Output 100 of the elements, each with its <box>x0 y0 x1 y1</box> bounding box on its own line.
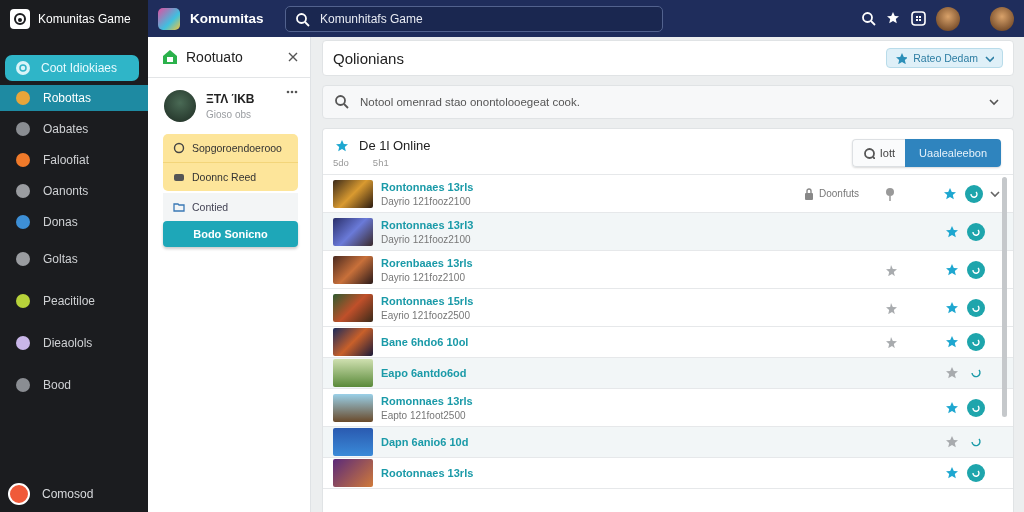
join-button[interactable] <box>967 398 985 417</box>
search-icon[interactable] <box>861 11 876 26</box>
game-title: Bane 6hdo6 10ol <box>381 336 470 348</box>
sidebar-item[interactable]: Dieaolols <box>0 330 148 356</box>
notice-label: Sopgoroendoerooo <box>192 142 282 154</box>
sidebar-item[interactable]: Oanonts <box>0 178 148 204</box>
game-title: Romonnaes 13rls <box>381 394 474 407</box>
rating-star-icon[interactable] <box>885 301 897 314</box>
profile-status: Gioso obs <box>206 109 253 121</box>
brand-name: Komunitas Game <box>38 11 131 26</box>
panel-link[interactable]: Contied <box>163 193 298 221</box>
join-button[interactable] <box>967 222 985 241</box>
list-row[interactable]: Rontonnaes 13rl3 Dayrio 121fooz2100 <box>323 213 1013 251</box>
sidebar-item-label: Dieaolols <box>43 336 93 350</box>
search-icon <box>862 147 875 159</box>
star-icon[interactable] <box>945 435 959 449</box>
game-subtitle: Eapto 121foot2500 <box>381 409 467 421</box>
grid-icon[interactable] <box>911 11 926 26</box>
scrollbar[interactable] <box>1002 177 1007 417</box>
search-icon <box>295 11 310 27</box>
primary-button[interactable]: Uaalealeebon <box>905 139 1001 167</box>
refresh-icon <box>971 337 981 347</box>
game-title: Rontonnaes 13rls <box>381 180 475 193</box>
game-subtitle: Dayrio 121foz2100 <box>381 271 466 283</box>
lock-label: Doonfuts <box>818 188 859 199</box>
star-icon[interactable] <box>945 224 959 239</box>
rating-star-icon[interactable] <box>885 336 897 348</box>
list-row[interactable]: Eapo 6antdo6od <box>323 358 1013 389</box>
sidebar-item-label: Oabates <box>43 122 89 136</box>
star-icon[interactable] <box>886 11 901 26</box>
sidebar-item-label: Goltas <box>43 252 78 266</box>
sidebar-item[interactable]: Donas <box>0 209 148 235</box>
sidebar-item-label: Peacitiloe <box>43 294 96 308</box>
notice-item[interactable]: Sopgoroendoerooo <box>163 134 298 163</box>
app-title: Komumitas <box>190 11 265 26</box>
close-icon[interactable] <box>288 52 298 62</box>
panel-title: Rootuato <box>186 49 243 65</box>
sidebar-item[interactable]: Oabates <box>0 116 148 142</box>
panel-button[interactable]: Bodo Sonicno <box>163 221 298 247</box>
search-bar[interactable]: Notool omenrad stao onontolooegeat cook. <box>322 85 1014 119</box>
search-icon <box>334 94 349 109</box>
game-subtitle: Dayrio 121fooz2100 <box>381 233 472 245</box>
more-icon[interactable] <box>286 90 298 94</box>
star-icon[interactable] <box>943 186 957 201</box>
game-thumbnail <box>333 428 373 456</box>
sidebar-item[interactable]: Goltas <box>0 246 148 272</box>
caret-icon <box>984 53 994 63</box>
list-row[interactable]: Rootonnaes 13rls <box>323 458 1013 489</box>
refresh-icon <box>971 468 981 478</box>
list-row[interactable]: Dapn 6anio6 10d <box>323 427 1013 458</box>
inbox-icon <box>173 171 185 183</box>
search-field[interactable]: Komunhitafs Game <box>285 5 663 32</box>
filter-dropdown[interactable]: Rateo Dedam <box>886 48 1003 68</box>
star-icon[interactable] <box>945 262 959 277</box>
sidebar-item-label: Bood <box>43 378 72 392</box>
caret-icon[interactable] <box>988 96 1000 108</box>
join-button[interactable] <box>967 298 985 317</box>
circle-icon <box>173 142 185 154</box>
user-avatar[interactable] <box>8 483 30 505</box>
star-icon[interactable] <box>945 400 959 415</box>
sidebar-item-label: Oanonts <box>43 184 89 198</box>
game-title: Dapn 6anio6 10d <box>381 436 470 448</box>
notice-label: Doonnc Reed <box>192 171 257 183</box>
star-icon <box>335 138 349 153</box>
game-title: Rootonnaes 13rls <box>381 467 475 479</box>
star-icon[interactable] <box>945 466 959 480</box>
list-row[interactable]: Bane 6hdo6 10ol <box>323 327 1013 358</box>
join-button[interactable] <box>965 184 983 203</box>
star-icon <box>895 52 908 64</box>
list-meta: 5do <box>333 157 349 168</box>
rating-star-icon[interactable] <box>885 263 897 276</box>
sidebar-item-label: Faloofiat <box>43 153 90 167</box>
sidebar-item[interactable]: Bood <box>0 372 148 398</box>
sidebar-item[interactable]: Faloofiat <box>0 147 148 173</box>
join-button[interactable] <box>967 333 985 351</box>
game-thumbnail <box>333 293 373 322</box>
list-title: De 1l Online <box>359 138 432 153</box>
game-title: Eapo 6antdo6od <box>381 367 468 379</box>
game-title: Rontonnaes 15rls <box>381 294 475 307</box>
game-subtitle: Eayrio 121fooz2500 <box>381 309 471 321</box>
sidebar-item[interactable]: Robottas <box>0 85 148 111</box>
pin-icon[interactable] <box>885 186 895 201</box>
game-thumbnail <box>333 255 373 284</box>
link-label: Contied <box>192 201 229 213</box>
sidebar-item-label: Donas <box>43 215 78 229</box>
lock-icon <box>803 187 814 200</box>
sidebar-item-label: Robottas <box>43 91 92 105</box>
find-button[interactable]: Iott <box>851 139 906 167</box>
sidebar-item[interactable]: Peacitiloe <box>0 288 148 314</box>
game-thumbnail <box>333 328 373 356</box>
join-button[interactable] <box>967 260 985 279</box>
join-button[interactable] <box>967 464 985 482</box>
star-icon[interactable] <box>945 300 959 315</box>
app-icon <box>158 7 180 30</box>
gear-icon <box>15 60 31 76</box>
game-thumbnail <box>333 359 373 387</box>
star-icon[interactable] <box>945 366 959 380</box>
notice-item[interactable]: Doonnc Reed <box>163 163 298 191</box>
star-icon[interactable] <box>945 335 959 349</box>
home-icon <box>162 49 178 65</box>
